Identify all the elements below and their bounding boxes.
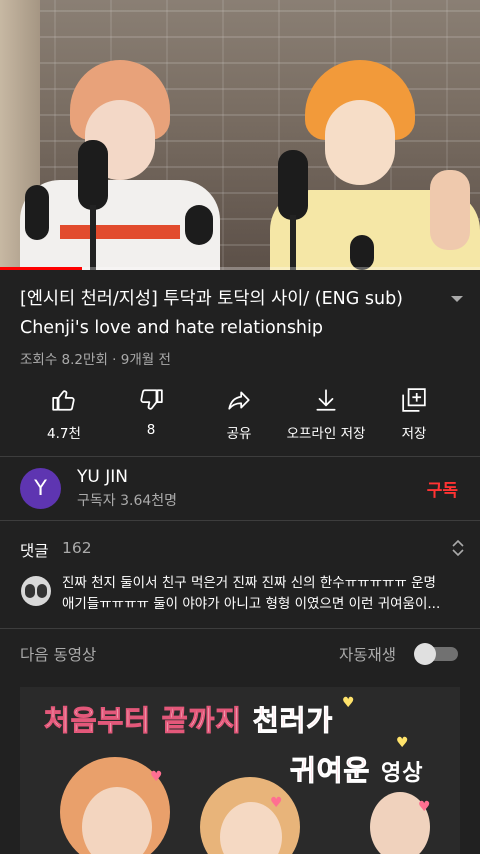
- divider: [0, 456, 480, 457]
- channel-avatar[interactable]: Y: [20, 468, 61, 509]
- autoplay-toggle[interactable]: [414, 643, 460, 665]
- share-icon: [228, 391, 250, 410]
- progress-bar[interactable]: [0, 267, 480, 270]
- heart-icon: ♥: [270, 795, 283, 811]
- save-button[interactable]: 저장: [364, 385, 464, 445]
- video-player[interactable]: [0, 0, 480, 270]
- thumbs-up-icon: [52, 390, 75, 411]
- thumbs-down-icon: [140, 389, 163, 410]
- microphone-icon: [350, 235, 374, 270]
- dislike-button[interactable]: 8: [101, 385, 201, 445]
- video-meta: 조회수 8.2만회 · 9개월 전: [20, 352, 171, 368]
- download-label: 오프라인 저장: [286, 426, 366, 442]
- microphone-icon: [278, 150, 308, 220]
- video-title[interactable]: [엔시티 천러/지성] 투닥과 토닥의 사이/ (ENG sub) Chenji…: [20, 285, 440, 343]
- playlist-add-icon: [402, 388, 426, 412]
- download-button[interactable]: 오프라인 저장: [276, 385, 376, 445]
- autoplay-label: 자동재생: [339, 646, 397, 664]
- thumbnail-title-line1: 처음부터 끝까지 천러가: [44, 704, 334, 738]
- expand-collapse-icon[interactable]: [451, 539, 465, 557]
- subscriber-count: 구독자 3.64천명: [77, 493, 178, 509]
- microphone-icon: [25, 185, 49, 240]
- share-label: 공유: [226, 426, 252, 442]
- channel-name[interactable]: YU JIN: [77, 467, 128, 487]
- comments-label[interactable]: 댓글: [20, 539, 49, 561]
- like-button[interactable]: 4.7천: [14, 385, 114, 445]
- comment-line: 애기들ㅠㅠㅠㅠ 둘이 야야가 아니고 형형 이였으면 이런 귀여움이...: [62, 596, 441, 612]
- share-button[interactable]: 공유: [189, 385, 289, 445]
- up-next-label: 다음 동영상: [20, 646, 97, 664]
- heart-icon: ♥: [150, 769, 163, 785]
- like-count: 4.7천: [47, 426, 81, 442]
- commenter-avatar[interactable]: [21, 576, 51, 606]
- progress-fill: [0, 267, 82, 270]
- sparkle-icon: ♥: [342, 695, 355, 711]
- heart-icon: ♥: [418, 799, 431, 815]
- thumbnail-title-line2: 귀여운 영상: [289, 754, 424, 788]
- comment-line: 진짜 천지 둘이서 친구 먹은거 진짜 진짜 신의 한수ㅠㅠㅠㅠㅠ 운명: [62, 575, 436, 591]
- subscribe-button[interactable]: 구독: [427, 476, 458, 501]
- microphone-icon: [78, 140, 108, 210]
- microphone-icon: [185, 205, 213, 245]
- dislike-count: 8: [146, 422, 156, 438]
- download-icon: [316, 389, 336, 411]
- comments-count: 162: [62, 539, 92, 557]
- save-label: 저장: [401, 426, 427, 442]
- chevron-down-icon[interactable]: [450, 294, 464, 304]
- sparkle-icon: ♥: [396, 735, 409, 751]
- divider: [0, 628, 480, 629]
- divider: [0, 520, 480, 521]
- hand: [430, 170, 470, 250]
- action-row: 4.7천 8 공유 오프라인 저장 저장: [0, 385, 480, 445]
- next-video-thumbnail[interactable]: 처음부터 끝까지 천러가 귀여운 영상 ♥ ♥ ♥ ♥ ♥: [20, 687, 460, 854]
- top-comment[interactable]: 진짜 천지 둘이서 친구 먹은거 진짜 진짜 신의 한수ㅠㅠㅠㅠㅠ 운명 애기들…: [62, 573, 462, 615]
